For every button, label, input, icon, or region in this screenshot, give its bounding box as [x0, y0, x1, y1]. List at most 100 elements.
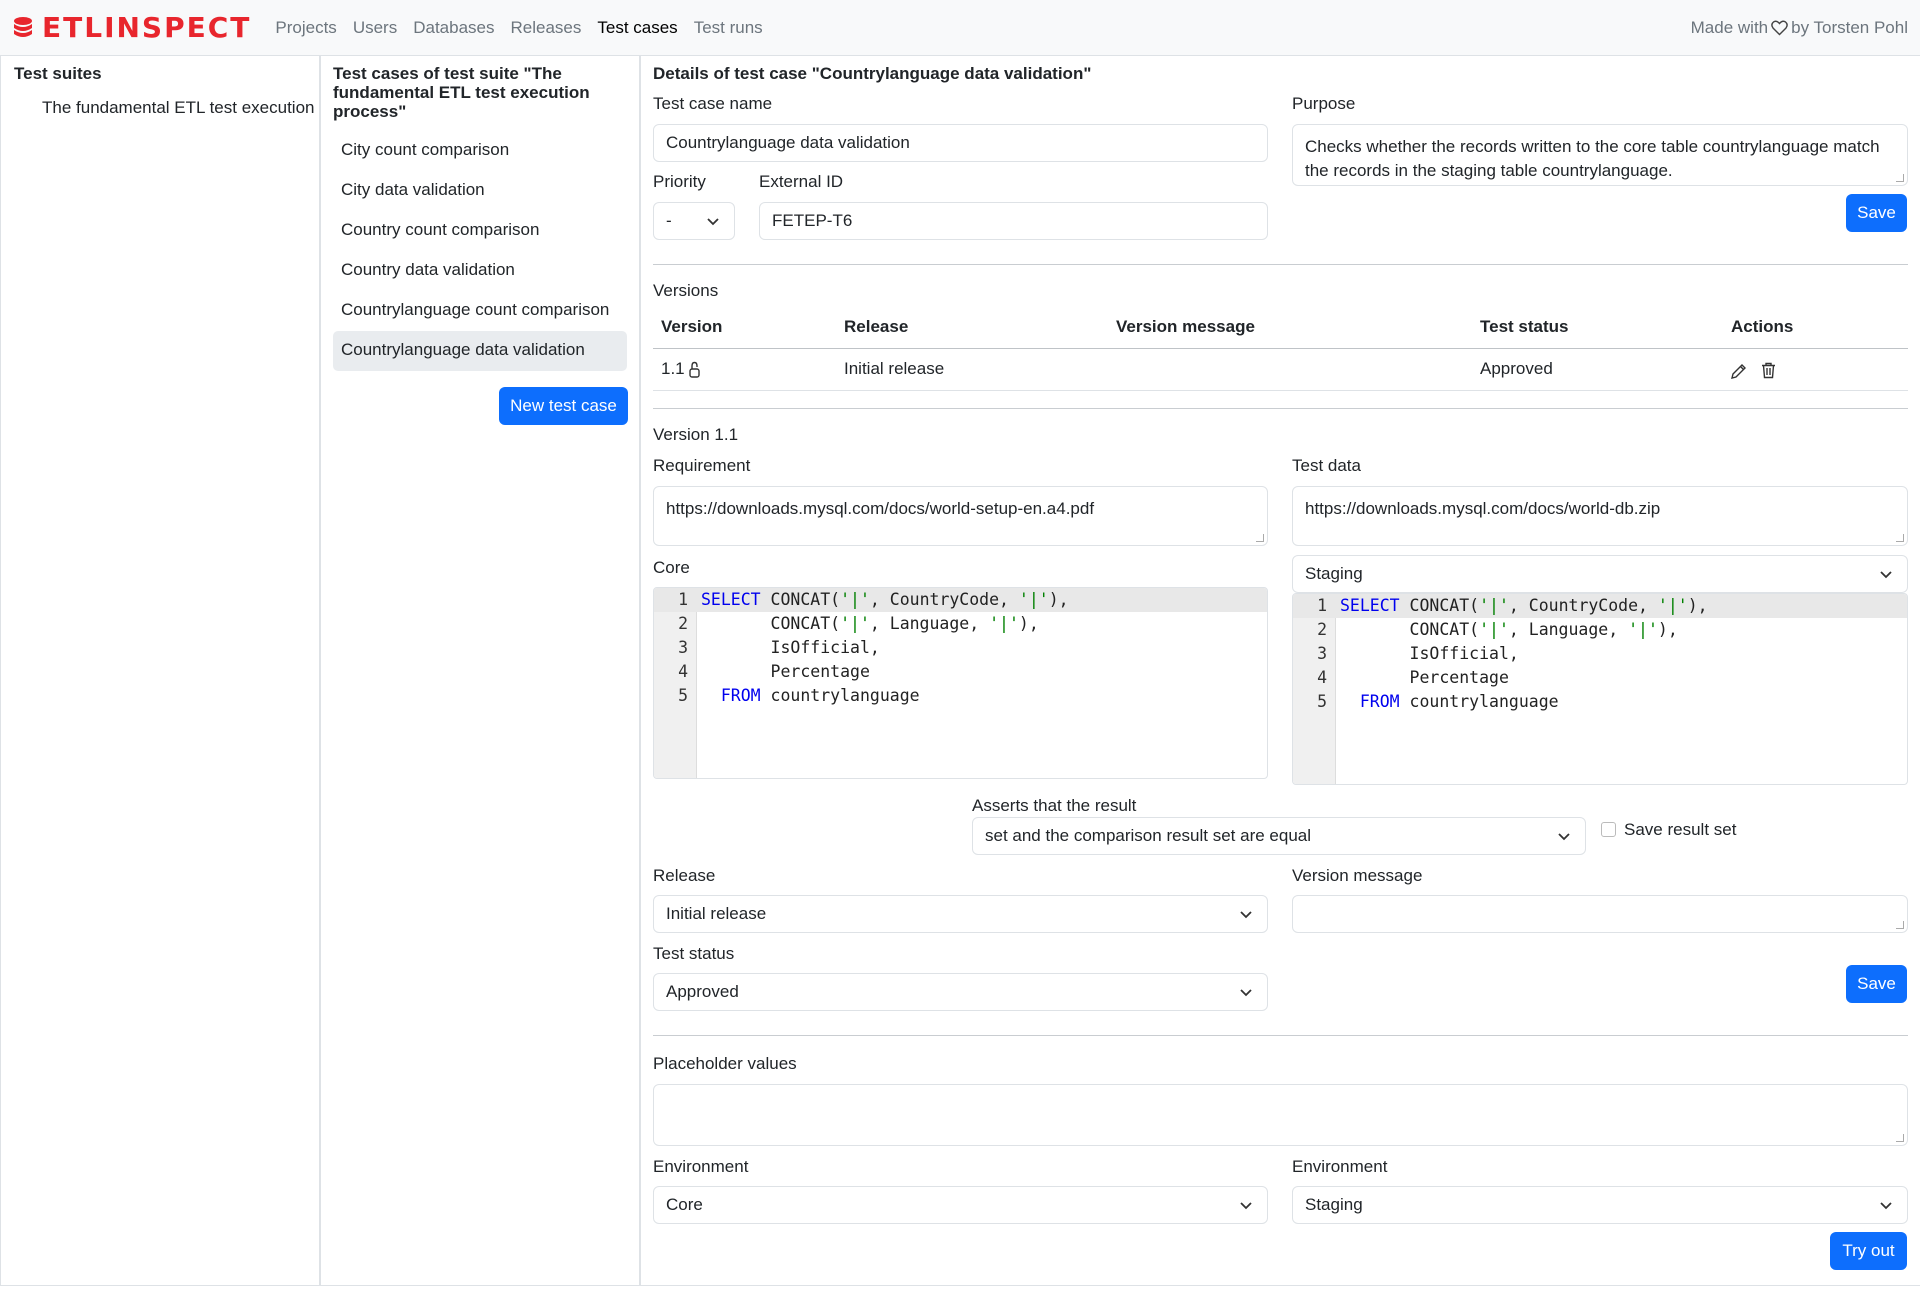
asserts-label: Asserts that the result [972, 796, 1137, 815]
test-case-item[interactable]: City count comparison [333, 131, 627, 171]
test-case-item[interactable]: Countrylanguage count comparison [333, 291, 627, 331]
staging-select-value: Staging [1305, 564, 1363, 583]
code-line: 2 CONCAT('|', Language, '|'), [1317, 620, 1678, 639]
placeholder-values-label: Placeholder values [653, 1054, 797, 1073]
resize-grip[interactable] [1896, 534, 1904, 542]
environment-core-label: Environment [653, 1157, 749, 1176]
requirement-textarea[interactable]: https://downloads.mysql.com/docs/world-s… [653, 486, 1268, 546]
resize-grip[interactable] [1896, 921, 1904, 929]
col-header-version-message: Version message [1116, 317, 1255, 336]
new-test-case-button[interactable]: New test case [499, 387, 628, 425]
try-out-button[interactable]: Try out [1830, 1232, 1907, 1270]
test-case-item[interactable]: Country count comparison [333, 211, 627, 251]
suites-title: Test suites [14, 64, 102, 83]
table-row-line [653, 390, 1908, 391]
suites-panel: Test suites The fundamental ETL test exe… [0, 56, 320, 1286]
resize-grip[interactable] [1896, 1134, 1904, 1142]
save-version-button[interactable]: Save [1846, 965, 1907, 1003]
staging-select[interactable]: Staging [1292, 555, 1908, 593]
code-line: 3 IsOfficial, [1317, 644, 1519, 663]
chevron-down-icon [1880, 571, 1892, 579]
code-line: 5 FROM countrylanguage [678, 686, 920, 705]
main-nav: Projects Users Databases Releases Test c… [275, 18, 778, 38]
requirement-text: https://downloads.mysql.com/docs/world-s… [666, 499, 1095, 518]
col-header-actions: Actions [1731, 317, 1794, 336]
save-result-set-checkbox[interactable] [1601, 822, 1616, 837]
priority-label: Priority [653, 172, 706, 191]
purpose-text: Checks whether the records written to th… [1305, 137, 1880, 180]
priority-value: - [666, 211, 672, 230]
nav-test-cases[interactable]: Test cases [597, 18, 677, 38]
resize-grip[interactable] [1256, 534, 1264, 542]
version-message-textarea[interactable] [1292, 895, 1908, 933]
environment-staging-select[interactable]: Staging [1292, 1186, 1908, 1224]
save-details-button[interactable]: Save [1846, 194, 1907, 232]
requirement-label: Requirement [653, 456, 751, 475]
test-status-select-value: Approved [666, 982, 739, 1001]
nav-releases[interactable]: Releases [511, 18, 582, 38]
brand[interactable]: ETLINSPECT [12, 11, 251, 44]
asserts-select-value: set and the comparison result set are eq… [985, 826, 1312, 845]
environment-staging-label: Environment [1292, 1157, 1388, 1176]
col-header-test-status: Test status [1480, 317, 1569, 336]
external-id-input[interactable]: FETEP-T6 [759, 202, 1268, 240]
chevron-down-icon [1240, 911, 1252, 919]
col-header-release: Release [844, 317, 909, 336]
nav-users[interactable]: Users [353, 18, 397, 38]
brand-name: ETLINSPECT [42, 11, 252, 44]
made-with-prefix: Made with [1690, 18, 1769, 37]
divider [653, 1035, 1908, 1036]
nav-test-runs[interactable]: Test runs [694, 18, 763, 38]
chevron-down-icon [1880, 1202, 1892, 1210]
made-with: Made with by Torsten Pohl [1691, 18, 1908, 38]
asserts-select[interactable]: set and the comparison result set are eq… [972, 817, 1586, 855]
chevron-down-icon [1240, 1202, 1252, 1210]
test-cases-panel: Test cases of test suite "The fundamenta… [320, 56, 640, 1286]
made-with-suffix: by Torsten Pohl [1791, 18, 1908, 37]
release-cell: Initial release [844, 359, 945, 378]
release-select[interactable]: Initial release [653, 895, 1268, 933]
placeholder-values-textarea[interactable] [653, 1084, 1908, 1146]
code-line: 1 SELECT CONCAT('|', CountryCode, '|'), [1293, 594, 1907, 618]
details-title: Details of test case "Countrylanguage da… [653, 64, 1092, 83]
code-line: 4 Percentage [1317, 668, 1509, 687]
test-data-textarea[interactable]: https://downloads.mysql.com/docs/world-d… [1292, 486, 1908, 546]
code-line: 5 FROM countrylanguage [1317, 692, 1559, 711]
navbar: ETLINSPECT Projects Users Databases Rele… [0, 0, 1920, 56]
code-line: 1 SELECT CONCAT('|', CountryCode, '|'), [654, 588, 1267, 612]
purpose-textarea[interactable]: Checks whether the records written to th… [1292, 124, 1908, 186]
test-status-label: Test status [653, 944, 735, 963]
test-case-name-label: Test case name [653, 94, 773, 113]
test-status-select[interactable]: Approved [653, 973, 1268, 1011]
priority-select[interactable]: - [653, 202, 735, 240]
version-cell: 1.1 [661, 359, 685, 378]
environment-core-select[interactable]: Core [653, 1186, 1268, 1224]
environment-staging-value: Staging [1305, 1195, 1363, 1214]
nav-databases[interactable]: Databases [413, 18, 494, 38]
chevron-down-icon [707, 218, 719, 226]
core-label: Core [653, 558, 690, 577]
nav-projects[interactable]: Projects [275, 18, 336, 38]
code-line: 2 CONCAT('|', Language, '|'), [678, 614, 1039, 633]
core-sql-editor[interactable]: 1 SELECT CONCAT('|', CountryCode, '|'), 2… [653, 587, 1268, 779]
test-case-item-active[interactable]: Countrylanguage data validation [333, 331, 627, 371]
trash-icon[interactable] [1761, 362, 1776, 379]
resize-grip[interactable] [1896, 174, 1904, 182]
external-id-label: External ID [759, 172, 844, 191]
test-status-cell: Approved [1480, 359, 1553, 378]
test-case-item[interactable]: Country data validation [333, 251, 627, 291]
release-label: Release [653, 866, 716, 885]
chevron-down-icon [1558, 833, 1570, 841]
pencil-icon[interactable] [1730, 363, 1747, 380]
divider [653, 264, 1908, 265]
test-case-name-input[interactable]: Countrylanguage data validation [653, 124, 1268, 162]
test-data-text: https://downloads.mysql.com/docs/world-d… [1305, 499, 1661, 518]
suite-item[interactable]: The fundamental ETL test execution [42, 98, 314, 118]
heart-icon [1771, 20, 1788, 36]
divider [653, 408, 1908, 409]
staging-sql-editor[interactable]: 1 SELECT CONCAT('|', CountryCode, '|'), 2… [1292, 593, 1908, 785]
versions-title: Versions [653, 281, 719, 300]
test-case-item[interactable]: City data validation [333, 171, 627, 211]
test-data-label: Test data [1292, 456, 1361, 475]
code-line: 4 Percentage [678, 662, 870, 681]
